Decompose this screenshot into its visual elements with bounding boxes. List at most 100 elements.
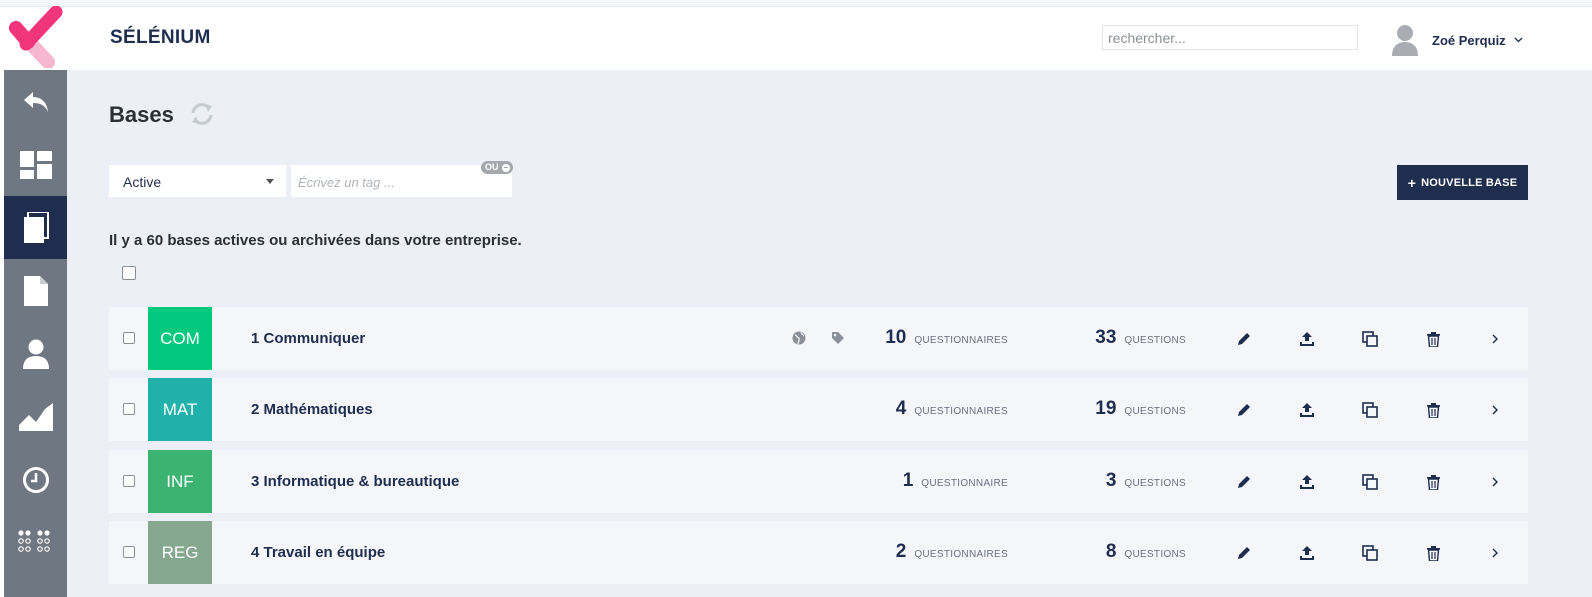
duplicate-button[interactable] bbox=[1361, 473, 1379, 491]
base-code-badge: REG bbox=[148, 521, 212, 584]
questions-count: 19 QUESTIONS bbox=[1095, 398, 1186, 420]
clock-icon bbox=[22, 466, 49, 493]
questionnaires-count: 2 QUESTIONNAIRES bbox=[896, 541, 1008, 563]
pencil-icon bbox=[1237, 546, 1251, 560]
open-button[interactable] bbox=[1486, 473, 1504, 491]
user-icon bbox=[22, 339, 49, 369]
base-name[interactable]: 1 Communiquer bbox=[251, 330, 365, 347]
status-filter-select[interactable]: Active bbox=[109, 165, 286, 197]
caret-down-icon bbox=[266, 179, 274, 184]
search-input[interactable] bbox=[1102, 25, 1358, 50]
base-name[interactable]: 4 Travail en équipe bbox=[251, 544, 385, 561]
plus-icon: + bbox=[1407, 174, 1417, 191]
base-name[interactable]: 3 Informatique & bureautique bbox=[251, 473, 459, 490]
row-checkbox[interactable] bbox=[123, 403, 135, 415]
questionnaires-count: 4 QUESTIONNAIRES bbox=[896, 398, 1008, 420]
questionnaires-label: QUESTIONNAIRES bbox=[914, 335, 1008, 346]
refresh-button[interactable] bbox=[189, 102, 215, 131]
questionnaires-number: 1 bbox=[902, 470, 914, 491]
questionnaires-number: 4 bbox=[895, 398, 907, 419]
tag-input-placeholder: Écrivez un tag ... bbox=[298, 175, 395, 190]
duplicate-button[interactable] bbox=[1361, 401, 1379, 419]
status-filter-value: Active bbox=[123, 174, 162, 190]
edit-button[interactable] bbox=[1235, 473, 1253, 491]
questions-count: 33 QUESTIONS bbox=[1095, 327, 1186, 349]
open-button[interactable] bbox=[1486, 330, 1504, 348]
duplicate-button[interactable] bbox=[1361, 544, 1379, 562]
open-button[interactable] bbox=[1486, 401, 1504, 419]
duplicate-button[interactable] bbox=[1361, 330, 1379, 348]
delete-button[interactable] bbox=[1424, 401, 1442, 419]
document-icon bbox=[23, 275, 48, 306]
questionnaires-label: QUESTIONNAIRES bbox=[914, 406, 1008, 417]
sidebar-item-dashboard[interactable] bbox=[4, 133, 67, 196]
base-code-badge: MAT bbox=[148, 378, 212, 441]
export-button[interactable] bbox=[1298, 330, 1316, 348]
base-row[interactable]: INF 3 Informatique & bureautique 1 QUESTION… bbox=[109, 450, 1528, 513]
edit-button[interactable] bbox=[1235, 401, 1253, 419]
chevron-right-icon bbox=[1491, 477, 1499, 487]
questionnaires-count: 1 QUESTIONNAIRE bbox=[903, 470, 1008, 492]
sidebar-item-back[interactable] bbox=[4, 70, 67, 133]
page-title: Bases bbox=[109, 102, 174, 127]
area-chart-icon bbox=[18, 402, 53, 431]
user-menu[interactable]: Zoé Perquiz bbox=[1392, 23, 1523, 57]
questions-label: QUESTIONS bbox=[1124, 549, 1186, 560]
select-all-checkbox[interactable] bbox=[122, 266, 136, 280]
bases-summary: Il y a 60 bases actives ou archivées dan… bbox=[109, 232, 522, 249]
questions-number: 33 bbox=[1095, 327, 1117, 348]
app-name: SÉLÉNIUM bbox=[110, 27, 211, 48]
sidebar-item-documents[interactable] bbox=[4, 259, 67, 322]
export-button[interactable] bbox=[1298, 401, 1316, 419]
main-content: Bases Active Écrivez un tag ... OU + NOU… bbox=[67, 70, 1592, 597]
base-code-badge: INF bbox=[148, 450, 212, 513]
trash-icon bbox=[1426, 474, 1440, 490]
app-logo[interactable] bbox=[6, 5, 66, 69]
tag-input[interactable]: Écrivez un tag ... bbox=[291, 165, 512, 197]
trash-icon bbox=[1426, 545, 1440, 561]
avatar-icon bbox=[1392, 25, 1418, 56]
globe-icon bbox=[792, 331, 806, 350]
sidebar-item-stats[interactable] bbox=[4, 385, 67, 448]
questions-label: QUESTIONS bbox=[1124, 478, 1186, 489]
sidebar bbox=[4, 70, 67, 597]
tag-mode-label: OU bbox=[485, 162, 499, 172]
edit-button[interactable] bbox=[1235, 330, 1253, 348]
row-checkbox[interactable] bbox=[123, 475, 135, 487]
questionnaires-count: 10 QUESTIONNAIRES bbox=[885, 327, 1008, 349]
row-checkbox[interactable] bbox=[123, 332, 135, 344]
sidebar-item-history[interactable] bbox=[4, 448, 67, 511]
copy-icon bbox=[1362, 545, 1378, 561]
questions-count: 8 QUESTIONS bbox=[1106, 541, 1186, 563]
export-button[interactable] bbox=[1298, 544, 1316, 562]
new-base-button[interactable]: + NOUVELLE BASE bbox=[1397, 165, 1528, 200]
pencil-icon bbox=[1237, 475, 1251, 489]
sidebar-item-users[interactable] bbox=[4, 322, 67, 385]
chevron-down-icon bbox=[1514, 37, 1523, 43]
delete-button[interactable] bbox=[1424, 544, 1442, 562]
dots-grid-icon bbox=[17, 529, 50, 552]
delete-button[interactable] bbox=[1424, 330, 1442, 348]
refresh-icon bbox=[191, 103, 213, 125]
base-row[interactable]: COM 1 Communiquer 10 QUESTIONNAIRES 33 QUESTI… bbox=[109, 307, 1528, 370]
trash-icon bbox=[1426, 331, 1440, 347]
base-row[interactable]: REG 4 Travail en équipe 2 QUESTIONNAIRES 8 QU… bbox=[109, 521, 1528, 584]
questions-number: 3 bbox=[1105, 470, 1117, 491]
sidebar-item-bases[interactable] bbox=[4, 196, 67, 259]
edit-button[interactable] bbox=[1235, 544, 1253, 562]
row-checkbox[interactable] bbox=[123, 546, 135, 558]
base-name[interactable]: 2 Mathématiques bbox=[251, 401, 373, 418]
delete-button[interactable] bbox=[1424, 473, 1442, 491]
tag-icon bbox=[831, 331, 845, 350]
upload-icon bbox=[1299, 402, 1315, 418]
questions-number: 19 bbox=[1095, 398, 1117, 419]
new-base-label: NOUVELLE BASE bbox=[1421, 176, 1518, 189]
tag-mode-toggle[interactable]: OU bbox=[481, 161, 513, 174]
top-border bbox=[0, 0, 1592, 7]
dashboard-icon bbox=[19, 150, 52, 179]
upload-icon bbox=[1299, 331, 1315, 347]
open-button[interactable] bbox=[1486, 544, 1504, 562]
export-button[interactable] bbox=[1298, 473, 1316, 491]
base-row[interactable]: MAT 2 Mathématiques 4 QUESTIONNAIRES 19 QUEST… bbox=[109, 378, 1528, 441]
sidebar-item-apps[interactable] bbox=[4, 511, 67, 574]
